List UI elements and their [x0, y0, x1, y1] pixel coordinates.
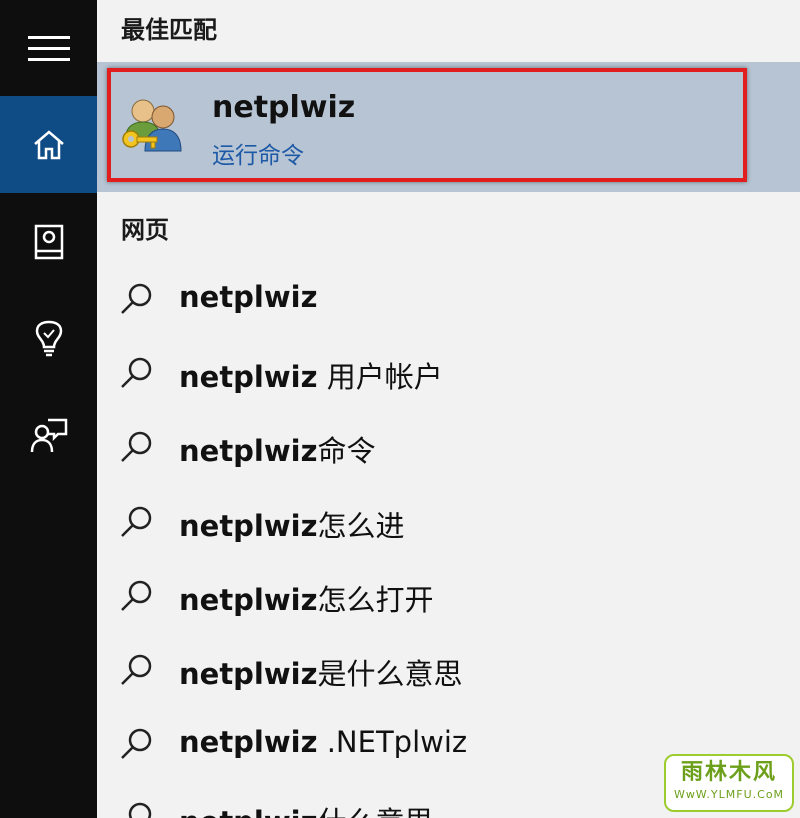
web-suggestion[interactable]: netplwiz怎么进 — [97, 485, 800, 559]
web-suggestion[interactable]: netplwiz — [97, 262, 800, 336]
suggestion-text: netplwiz是什么意思 — [179, 657, 463, 691]
search-icon — [121, 357, 152, 388]
best-match-result[interactable]: netplwiz 运行命令 — [97, 62, 800, 192]
nav-tips-button[interactable] — [0, 290, 97, 387]
search-results-panel: 最佳匹配 netplwiz 运行命令 网页 netplwiz netplwiz … — [97, 0, 800, 818]
search-icon — [121, 580, 152, 611]
feedback-icon — [30, 418, 67, 452]
web-suggestion[interactable]: netplwiz命令 — [97, 410, 800, 484]
lightbulb-icon — [35, 320, 62, 356]
suggestion-text: netplwiz怎么进 — [179, 509, 405, 543]
web-suggestion[interactable]: netplwiz怎么打开 — [97, 559, 800, 633]
nav-feedback-button[interactable] — [0, 387, 97, 484]
best-match-heading: 最佳匹配 — [121, 16, 217, 44]
search-icon — [121, 506, 152, 537]
highlight-outline — [107, 68, 747, 182]
home-icon — [33, 129, 64, 159]
app-subtitle: 运行命令 — [212, 143, 304, 169]
web-suggestion[interactable]: netplwiz是什么意思 — [97, 633, 800, 707]
search-icon — [121, 283, 152, 314]
search-icon — [121, 654, 152, 685]
menu-button[interactable] — [0, 0, 97, 97]
suggestion-text: netplwiz 用户帐户 — [179, 360, 443, 394]
suggestion-text: netplwiz什么意思 — [179, 799, 434, 818]
notebook-icon — [34, 224, 63, 259]
nav-home-button[interactable] — [0, 96, 97, 193]
suggestion-text: netplwiz .NETplwiz — [179, 725, 468, 759]
web-suggestion[interactable]: netplwiz 用户帐户 — [97, 336, 800, 410]
search-icon — [121, 728, 152, 759]
search-icon — [121, 431, 152, 462]
nav-rail — [0, 0, 97, 818]
watermark-url: WwW.YLMFU.CoM — [673, 788, 785, 801]
hamburger-icon — [27, 35, 70, 61]
nav-notebook-button[interactable] — [0, 193, 97, 290]
search-icon — [128, 802, 152, 818]
watermark-title: 雨林木风 — [680, 760, 777, 785]
app-name: netplwiz — [212, 90, 356, 125]
suggestion-text: netplwiz怎么打开 — [179, 583, 434, 617]
suggestion-text: netplwiz — [179, 280, 318, 314]
suggestion-text: netplwiz命令 — [179, 434, 376, 468]
watermark-logo: 雨林木风 WwW.YLMFU.CoM — [664, 754, 794, 812]
user-accounts-keys-icon — [122, 99, 182, 152]
web-heading: 网页 — [121, 216, 169, 244]
